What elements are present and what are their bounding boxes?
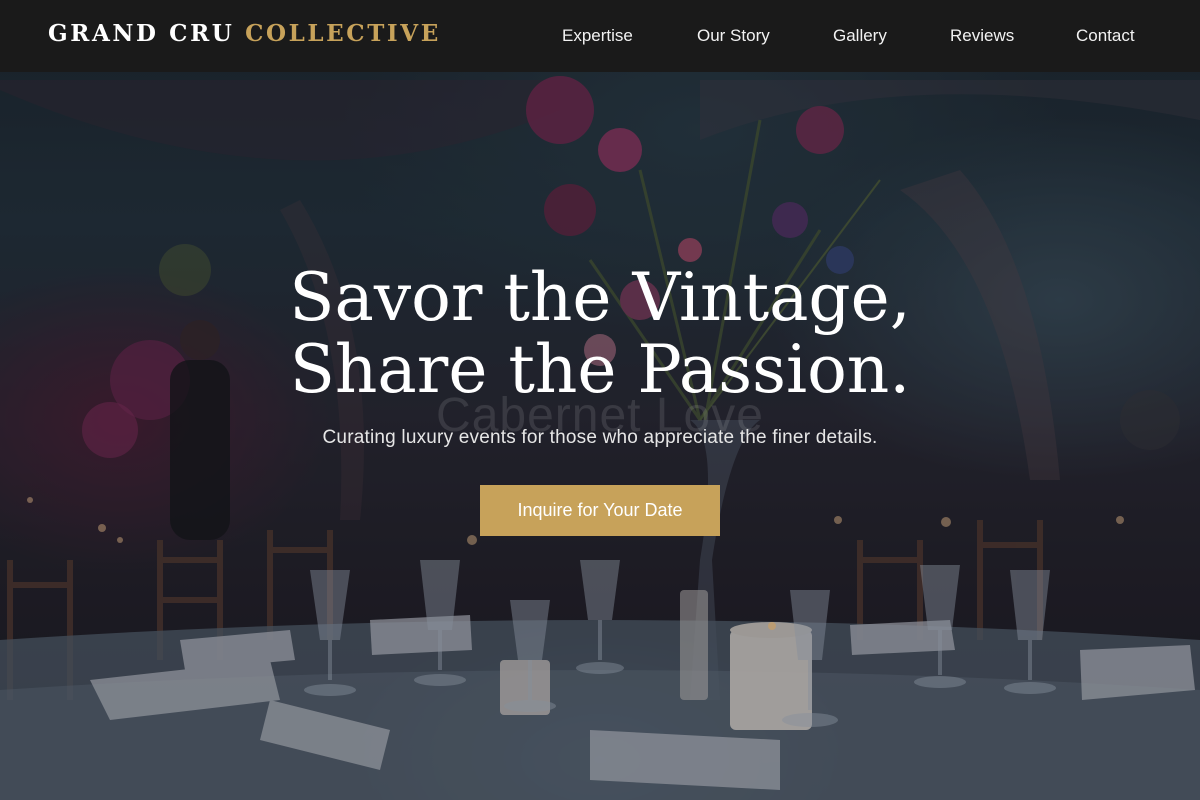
- brand-name-accent: COLLECTIVE: [245, 20, 441, 47]
- hero-subtitle: Curating luxury events for those who app…: [322, 427, 878, 448]
- nav-link-our-story[interactable]: Our Story: [697, 26, 770, 46]
- site-header: GRAND CRU COLLECTIVE Expertise Our Story…: [0, 0, 1200, 72]
- hero-headline-line-1: Savor the Vintage,: [289, 259, 911, 336]
- nav-link-reviews[interactable]: Reviews: [950, 26, 1014, 46]
- brand-name-primary: GRAND CRU: [48, 20, 235, 47]
- hero-headline-line-2: Share the Passion.: [289, 331, 911, 408]
- nav-link-gallery[interactable]: Gallery: [833, 26, 887, 46]
- brand-logo[interactable]: GRAND CRU COLLECTIVE: [48, 20, 441, 47]
- nav-link-expertise[interactable]: Expertise: [562, 26, 633, 46]
- nav-link-contact[interactable]: Contact: [1076, 26, 1135, 46]
- inquire-button[interactable]: Inquire for Your Date: [480, 485, 720, 536]
- hero-headline: Savor the Vintage, Share the Passion.: [0, 262, 1200, 406]
